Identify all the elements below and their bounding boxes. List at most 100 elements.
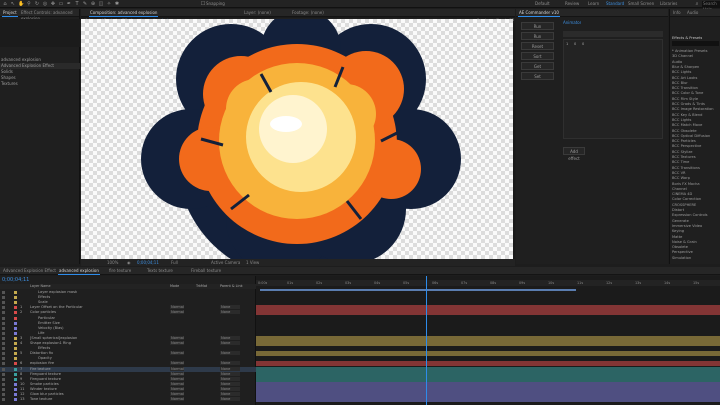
camera-tool-icon[interactable]: ◎ bbox=[42, 1, 48, 7]
effect-category-item[interactable]: BCC Blur bbox=[672, 81, 720, 86]
visibility-eye-icon[interactable] bbox=[2, 393, 5, 396]
label-color-swatch[interactable] bbox=[14, 291, 17, 294]
workspace-default[interactable]: Default bbox=[535, 1, 550, 7]
label-color-swatch[interactable] bbox=[14, 357, 17, 361]
rotate-tool-icon[interactable]: ↻ bbox=[34, 1, 40, 7]
tab-info[interactable]: Info bbox=[670, 10, 684, 16]
parent-dropdown[interactable]: None bbox=[220, 335, 240, 340]
tab-audio[interactable]: Audio bbox=[684, 10, 701, 16]
pan-behind-tool-icon[interactable]: ✥ bbox=[50, 1, 56, 7]
effect-category-item[interactable]: BCC Perspective bbox=[672, 144, 720, 149]
effect-category-item[interactable]: BCC Lights bbox=[672, 118, 720, 123]
label-color-swatch[interactable] bbox=[14, 311, 17, 315]
composition-canvas[interactable] bbox=[81, 19, 513, 259]
parent-dropdown[interactable]: None bbox=[220, 392, 240, 396]
column-header-mode[interactable]: Mode bbox=[170, 284, 179, 289]
script-button-set[interactable]: Set bbox=[521, 72, 554, 80]
tab-composition[interactable]: Composition: advanced explosion bbox=[87, 10, 160, 17]
effect-category-item[interactable]: BCC Optical Diffusion bbox=[672, 134, 720, 139]
parent-dropdown[interactable]: None bbox=[220, 361, 240, 366]
layer-duration-bar[interactable] bbox=[256, 310, 720, 316]
workspace-standard[interactable]: Standard bbox=[606, 1, 624, 7]
effect-category-item[interactable]: * Animation Presets bbox=[672, 49, 720, 54]
effect-category-item[interactable]: Boris FX Mocha bbox=[672, 182, 720, 187]
effect-category-item[interactable]: Audio bbox=[672, 60, 720, 65]
eraser-tool-icon[interactable]: ◫ bbox=[98, 1, 104, 7]
visibility-eye-icon[interactable] bbox=[2, 387, 5, 391]
effect-category-item[interactable]: CINEMA 4D bbox=[672, 192, 720, 197]
blend-mode-dropdown[interactable]: Normal bbox=[170, 397, 184, 402]
visibility-eye-icon[interactable] bbox=[2, 336, 5, 340]
effect-category-item[interactable]: BCC Color & Tone bbox=[672, 91, 720, 96]
search-icon[interactable]: ⌕ bbox=[694, 1, 700, 7]
visibility-eye-icon[interactable] bbox=[2, 342, 5, 345]
add-effect-button[interactable]: Add effect bbox=[563, 147, 585, 161]
visibility-eye-icon[interactable] bbox=[2, 367, 5, 371]
effects-search-input[interactable] bbox=[672, 41, 719, 46]
tab-project[interactable]: Project bbox=[0, 10, 20, 17]
effect-category-item[interactable]: Blur & Sharpen bbox=[672, 65, 720, 70]
layer-name[interactable]: Tone texture bbox=[30, 397, 52, 402]
visibility-eye-icon[interactable] bbox=[2, 326, 5, 330]
parent-dropdown[interactable]: None bbox=[220, 376, 240, 381]
animator-dropdown[interactable] bbox=[563, 31, 663, 37]
help-search-input[interactable]: Search Help bbox=[702, 1, 720, 12]
script-button-get[interactable]: Get bbox=[521, 62, 554, 70]
tab-timeline-advanced-explosion-effect[interactable]: Advanced Explosion Effect bbox=[0, 268, 59, 274]
label-color-swatch[interactable] bbox=[14, 321, 17, 325]
blend-mode-dropdown[interactable]: Normal bbox=[170, 361, 184, 366]
label-color-swatch[interactable] bbox=[14, 393, 17, 396]
parent-dropdown[interactable]: None bbox=[220, 371, 240, 376]
effect-category-item[interactable]: BCC VR bbox=[672, 171, 720, 176]
label-color-swatch[interactable] bbox=[14, 377, 17, 381]
viewer-timecode[interactable]: 0;00;04;11 bbox=[137, 259, 159, 266]
label-color-swatch[interactable] bbox=[14, 367, 17, 371]
effect-category-item[interactable]: BCC Key & Blend bbox=[672, 113, 720, 118]
label-color-swatch[interactable] bbox=[14, 342, 17, 345]
roto-brush-icon[interactable]: ✧ bbox=[106, 1, 112, 7]
effect-category-item[interactable]: 3D Channel bbox=[672, 54, 720, 59]
blend-mode-dropdown[interactable]: Normal bbox=[170, 351, 184, 356]
time-ruler[interactable]: 0:00s 01s 02s 03s 04s 05s 06s 07s 08s 09s 10s 11s 12… bbox=[256, 280, 720, 286]
project-item[interactable]: Textures bbox=[0, 81, 80, 87]
effect-category-item[interactable]: BCC Film Style bbox=[672, 97, 720, 102]
visibility-eye-icon[interactable] bbox=[2, 398, 5, 402]
parent-dropdown[interactable]: None bbox=[220, 397, 240, 402]
blend-mode-dropdown[interactable]: Normal bbox=[170, 371, 184, 376]
views-dropdown[interactable]: 1 View bbox=[246, 259, 259, 266]
visibility-eye-icon[interactable] bbox=[2, 382, 5, 386]
blend-mode-dropdown[interactable]: Normal bbox=[170, 381, 184, 386]
blend-mode-dropdown[interactable]: Normal bbox=[170, 335, 184, 340]
parent-dropdown[interactable]: None bbox=[220, 310, 240, 315]
blend-mode-dropdown[interactable]: Normal bbox=[170, 366, 184, 371]
tab-ae-commander[interactable]: AE Commander v10 bbox=[516, 10, 562, 17]
effect-category-item[interactable]: BCC Obsolete bbox=[672, 129, 720, 134]
animator-field[interactable]: 0 bbox=[582, 41, 584, 47]
zoom-tool-icon[interactable]: ⚲ bbox=[26, 1, 32, 7]
effect-category-item[interactable]: Keying bbox=[672, 229, 720, 234]
resolution-dropdown[interactable]: Full bbox=[171, 259, 178, 266]
workspace-review[interactable]: Review bbox=[565, 1, 579, 7]
visibility-eye-icon[interactable] bbox=[2, 357, 5, 361]
zoom-dropdown[interactable]: 100% bbox=[107, 259, 118, 266]
layer-duration-bar[interactable] bbox=[256, 351, 720, 357]
effect-category-item[interactable]: BCC Match Move bbox=[672, 123, 720, 128]
tab-timeline-fireball-texture[interactable]: Fireball texture bbox=[188, 268, 224, 274]
visibility-eye-icon[interactable] bbox=[2, 347, 5, 351]
puppet-tool-icon[interactable]: ✱ bbox=[114, 1, 120, 7]
visibility-eye-icon[interactable] bbox=[2, 352, 5, 356]
visibility-eye-icon[interactable] bbox=[2, 296, 5, 300]
effect-category-item[interactable]: BCC Art Looks bbox=[672, 76, 720, 81]
home-icon[interactable]: ⌂ bbox=[2, 1, 8, 7]
workspace-small-screen[interactable]: Small Screen bbox=[628, 1, 654, 7]
hand-tool-icon[interactable]: ✋ bbox=[18, 1, 24, 7]
label-color-swatch[interactable] bbox=[14, 326, 17, 330]
effect-category-item[interactable]: BCC Particles bbox=[672, 139, 720, 144]
animator-list[interactable]: 1 0 0 bbox=[563, 39, 663, 139]
brush-tool-icon[interactable]: ✎ bbox=[82, 1, 88, 7]
parent-dropdown[interactable]: None bbox=[220, 341, 240, 345]
blend-mode-dropdown[interactable]: Normal bbox=[170, 310, 184, 315]
timeline-track-area[interactable]: 0:00s 01s 02s 03s 04s 05s 06s 07s 08s 09s 10s 11s 12… bbox=[256, 276, 720, 405]
label-color-swatch[interactable] bbox=[14, 296, 17, 300]
effect-category-item[interactable]: BCC Transitions bbox=[672, 166, 720, 171]
